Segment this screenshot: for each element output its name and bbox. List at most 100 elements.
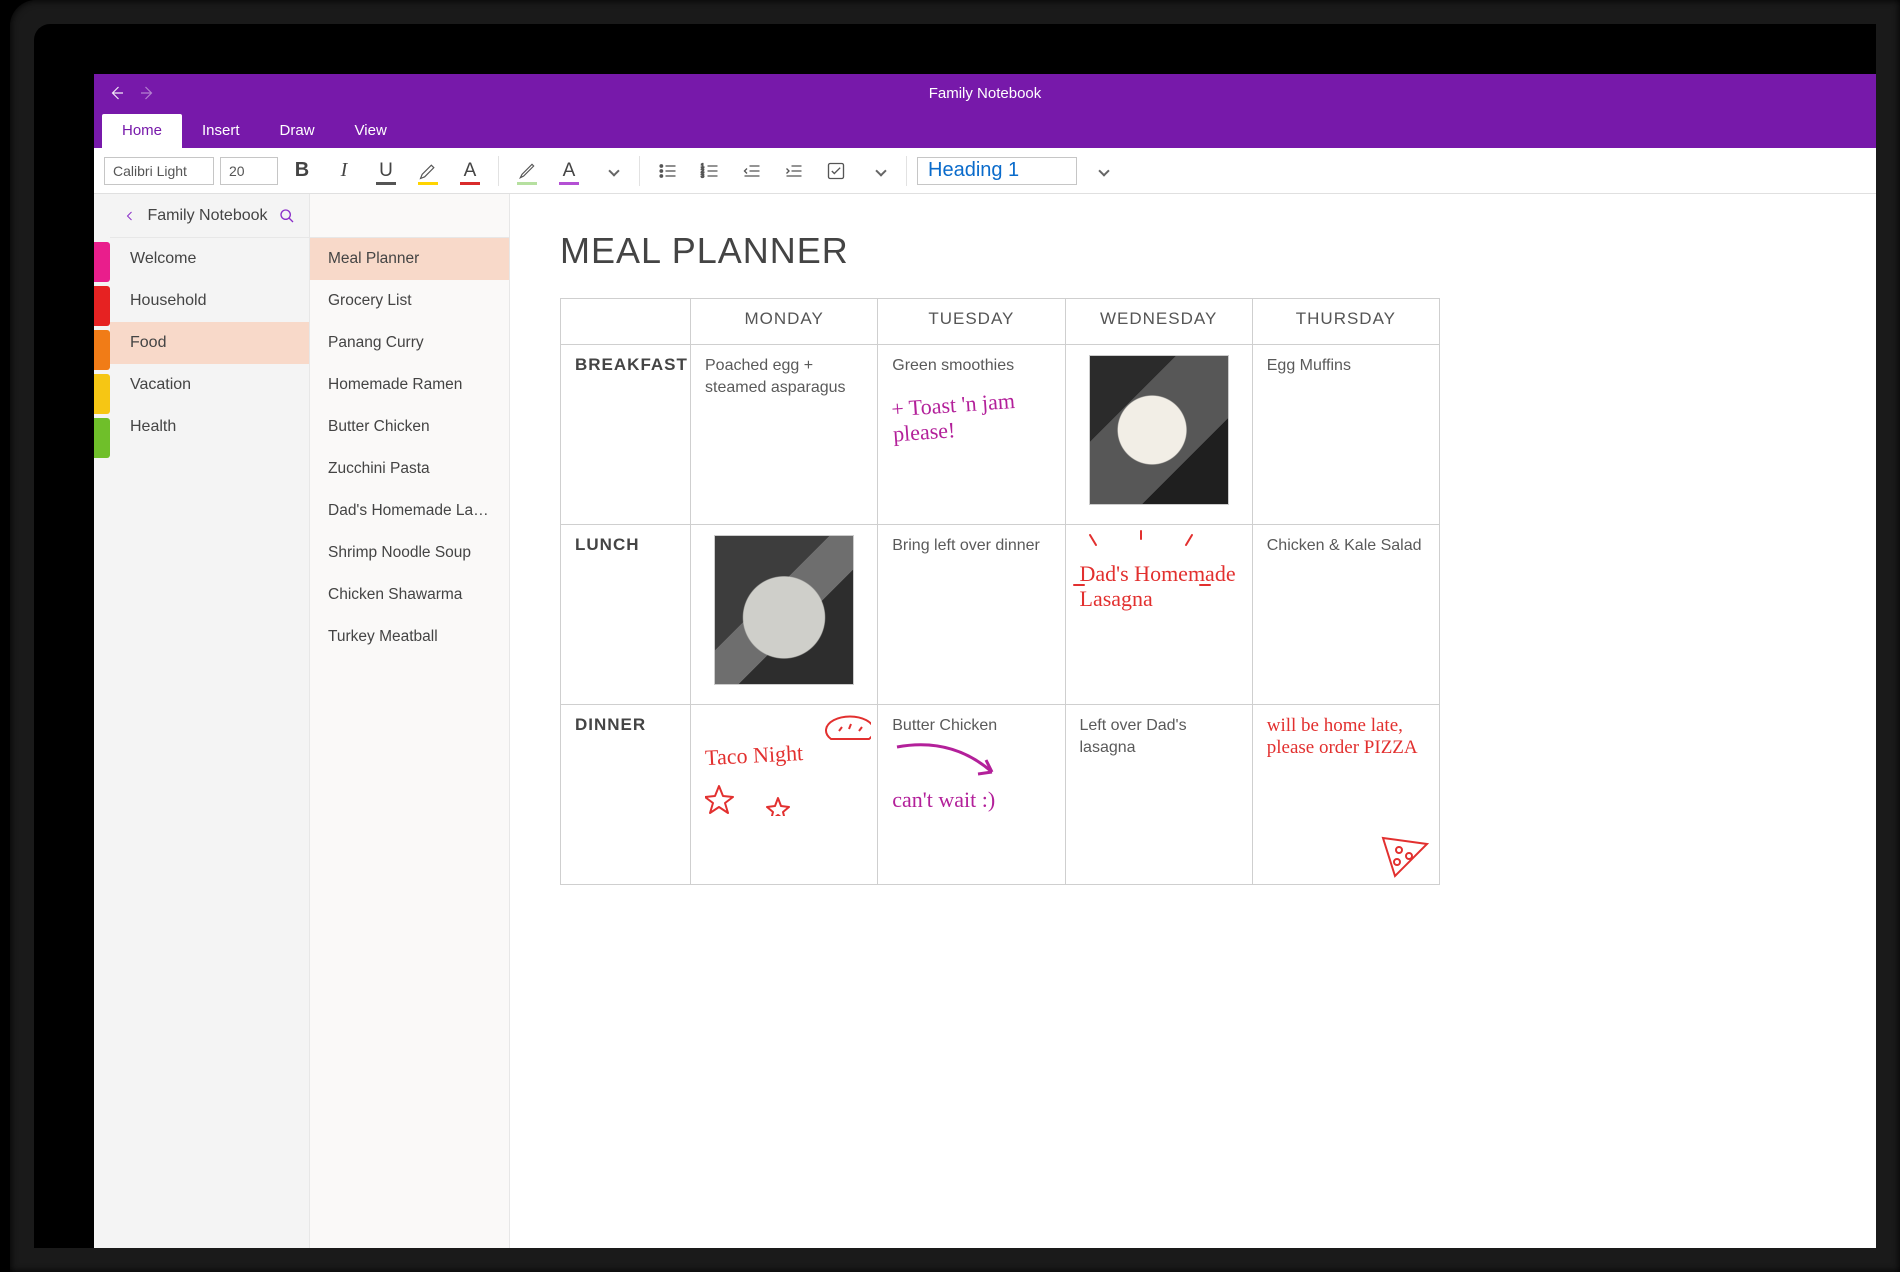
font-color-button[interactable]: A bbox=[452, 153, 488, 189]
page-item[interactable]: Shrimp Noodle Soup bbox=[310, 532, 509, 574]
page-item[interactable]: Zucchini Pasta bbox=[310, 448, 509, 490]
style-picker-dropdown[interactable] bbox=[1083, 153, 1119, 189]
cell-text: Poached egg + steamed asparagus bbox=[705, 355, 863, 398]
meal-cell[interactable]: Taco Night bbox=[691, 705, 878, 885]
clear-formatting-button[interactable] bbox=[509, 153, 545, 189]
search-icon[interactable] bbox=[279, 208, 295, 224]
window-title: Family Notebook bbox=[94, 85, 1876, 102]
meal-planner-table[interactable]: MONDAY TUESDAY WEDNESDAY THURSDAY BREAKF… bbox=[560, 298, 1440, 885]
numbered-list-button[interactable]: 123 bbox=[692, 153, 728, 189]
separator bbox=[498, 156, 499, 186]
food-photo bbox=[1089, 355, 1229, 505]
bulleted-list-button[interactable] bbox=[650, 153, 686, 189]
device-bezel: Family Notebook Home Insert Draw View Ca… bbox=[34, 24, 1876, 1248]
meal-cell[interactable]: Egg Muffins bbox=[1252, 345, 1439, 525]
nav-forward-button[interactable] bbox=[132, 78, 162, 108]
separator bbox=[906, 156, 907, 186]
meal-cell[interactable] bbox=[691, 525, 878, 705]
column-header: TUESDAY bbox=[878, 299, 1065, 345]
outdent-button[interactable] bbox=[734, 153, 770, 189]
cell-text: Bring left over dinner bbox=[892, 535, 1050, 557]
table-row: BREAKFAST Poached egg + steamed asparagu… bbox=[561, 345, 1440, 525]
meal-cell[interactable]: Left over Dad's lasagna bbox=[1065, 705, 1252, 885]
notebook-header: Family Notebook bbox=[110, 194, 309, 238]
cell-text: Butter Chicken bbox=[892, 715, 1050, 737]
section-color-tab[interactable] bbox=[94, 374, 110, 414]
italic-button[interactable]: I bbox=[326, 153, 362, 189]
cell-text: Egg Muffins bbox=[1267, 355, 1425, 377]
ink-annotation: + Toast 'n jam please! bbox=[891, 385, 1052, 447]
section-color-tab[interactable] bbox=[94, 330, 110, 370]
page-item[interactable]: Homemade Ramen bbox=[310, 364, 509, 406]
tab-draw[interactable]: Draw bbox=[260, 114, 335, 148]
meal-cell[interactable]: Poached egg + steamed asparagus bbox=[691, 345, 878, 525]
ribbon-tabs: Home Insert Draw View bbox=[94, 112, 1876, 148]
section-color-tabs bbox=[94, 194, 110, 1248]
ribbon-toolbar: Calibri Light 20 B I U A A bbox=[94, 148, 1876, 194]
page-item[interactable]: Turkey Meatball bbox=[310, 616, 509, 658]
meal-cell[interactable]: Green smoothies + Toast 'n jam please! bbox=[878, 345, 1065, 525]
section-color-tab[interactable] bbox=[94, 242, 110, 282]
table-row: LUNCH Bring left over dinner bbox=[561, 525, 1440, 705]
section-item[interactable]: Health bbox=[110, 406, 309, 448]
font-size-combobox[interactable]: 20 bbox=[220, 157, 278, 185]
onenote-app: Family Notebook Home Insert Draw View Ca… bbox=[94, 74, 1876, 1248]
section-item[interactable]: Household bbox=[110, 280, 309, 322]
page-list-header-spacer bbox=[310, 194, 509, 238]
section-item[interactable]: Food bbox=[110, 322, 309, 364]
tab-insert[interactable]: Insert bbox=[182, 114, 260, 148]
page-item[interactable]: Butter Chicken bbox=[310, 406, 509, 448]
row-header: DINNER bbox=[561, 705, 691, 885]
meal-cell[interactable]: Bring left over dinner bbox=[878, 525, 1065, 705]
page-item[interactable]: Meal Planner bbox=[310, 238, 509, 280]
column-header: THURSDAY bbox=[1252, 299, 1439, 345]
title-bar: Family Notebook bbox=[94, 74, 1876, 112]
cell-text: Chicken & Kale Salad bbox=[1267, 535, 1425, 557]
page-item[interactable]: Grocery List bbox=[310, 280, 509, 322]
page-list: Meal Planner Grocery List Panang Curry H… bbox=[310, 194, 510, 1248]
page-item[interactable]: Panang Curry bbox=[310, 322, 509, 364]
table-corner-cell bbox=[561, 299, 691, 345]
ink-annotation: can't wait :) bbox=[892, 787, 1050, 812]
page-title[interactable]: MEAL PLANNER bbox=[560, 230, 1876, 272]
tab-view[interactable]: View bbox=[335, 114, 407, 148]
underline-button[interactable]: U bbox=[368, 153, 404, 189]
column-header: WEDNESDAY bbox=[1065, 299, 1252, 345]
section-item[interactable]: Welcome bbox=[110, 238, 309, 280]
ink-color-button[interactable]: A bbox=[551, 153, 587, 189]
notebook-name[interactable]: Family Notebook bbox=[136, 207, 279, 225]
todo-tag-button[interactable] bbox=[818, 153, 854, 189]
nav-back-button[interactable] bbox=[102, 78, 132, 108]
cell-text: Left over Dad's lasagna bbox=[1080, 715, 1238, 758]
style-picker[interactable]: Heading 1 bbox=[917, 157, 1077, 185]
section-color-tab[interactable] bbox=[94, 418, 110, 458]
section-item[interactable]: Vacation bbox=[110, 364, 309, 406]
ink-annotation: will be home late, please order PIZZA bbox=[1267, 715, 1425, 759]
arrow-doodle-icon bbox=[892, 737, 1012, 787]
meal-cell[interactable]: Butter Chicken can't wait :) bbox=[878, 705, 1065, 885]
meal-cell[interactable] bbox=[1065, 345, 1252, 525]
font-name-combobox[interactable]: Calibri Light bbox=[104, 157, 214, 185]
font-more-dropdown[interactable] bbox=[593, 153, 629, 189]
star-doodle-icon bbox=[705, 766, 835, 816]
column-header: MONDAY bbox=[691, 299, 878, 345]
highlight-button[interactable] bbox=[410, 153, 446, 189]
bold-button[interactable]: B bbox=[284, 153, 320, 189]
section-color-tab[interactable] bbox=[94, 286, 110, 326]
meal-cell[interactable]: Dad's Homemade Lasagna bbox=[1065, 525, 1252, 705]
notebook-back-icon[interactable] bbox=[124, 210, 136, 222]
tab-home[interactable]: Home bbox=[102, 114, 182, 148]
page-canvas[interactable]: MEAL PLANNER MONDAY TUESDAY WEDNESDAY TH… bbox=[510, 194, 1876, 1248]
pizza-doodle-icon bbox=[1375, 830, 1435, 880]
page-item[interactable]: Chicken Shawarma bbox=[310, 574, 509, 616]
svg-text:3: 3 bbox=[701, 173, 704, 179]
food-photo bbox=[714, 535, 854, 685]
indent-button[interactable] bbox=[776, 153, 812, 189]
row-header: LUNCH bbox=[561, 525, 691, 705]
device-frame: Family Notebook Home Insert Draw View Ca… bbox=[10, 0, 1900, 1272]
page-item[interactable]: Dad's Homemade Lasa... bbox=[310, 490, 509, 532]
paragraph-more-dropdown[interactable] bbox=[860, 153, 896, 189]
table-row: DINNER Taco Night bbox=[561, 705, 1440, 885]
meal-cell[interactable]: will be home late, please order PIZZA bbox=[1252, 705, 1439, 885]
meal-cell[interactable]: Chicken & Kale Salad bbox=[1252, 525, 1439, 705]
